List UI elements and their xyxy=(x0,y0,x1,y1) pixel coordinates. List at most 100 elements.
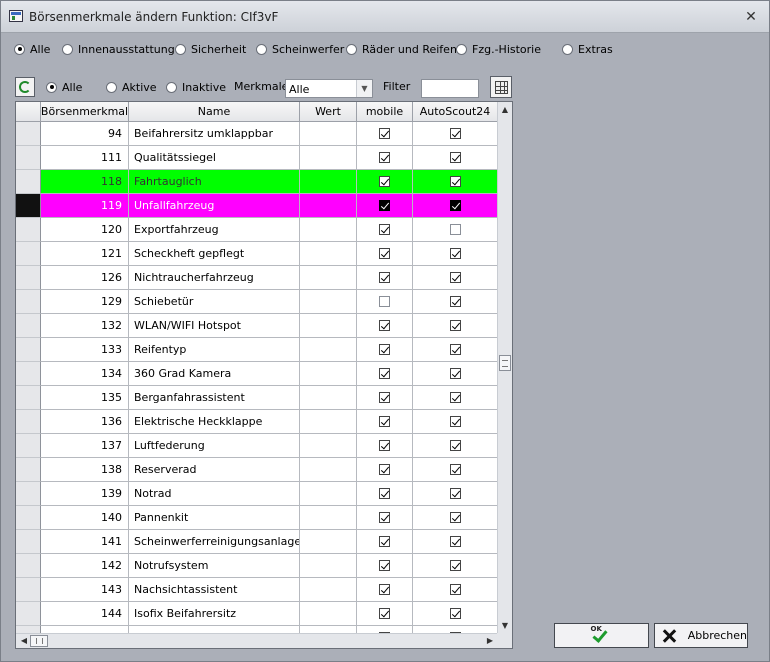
table-row[interactable]: 142 Notrufsystem xyxy=(16,554,498,578)
mobile-checkbox[interactable] xyxy=(379,152,390,163)
table-row[interactable]: 141 Scheinwerferreinigungsanlage xyxy=(16,530,498,554)
autoscout24-checkbox[interactable] xyxy=(449,584,461,595)
row-selector[interactable] xyxy=(16,314,41,338)
autoscout24-checkbox[interactable] xyxy=(449,320,461,331)
row-selector[interactable] xyxy=(16,530,41,554)
scroll-right-icon[interactable]: ▶ xyxy=(485,636,495,646)
table-row[interactable]: 132 WLAN/WIFI Hotspot xyxy=(16,314,498,338)
table-row[interactable]: 111 Qualitätssiegel xyxy=(16,146,498,170)
autoscout24-checkbox[interactable] xyxy=(449,272,461,283)
cell-wert[interactable] xyxy=(300,194,357,218)
mobile-checkbox[interactable] xyxy=(379,200,390,211)
radio-dot[interactable] xyxy=(562,43,573,55)
category-radio-5[interactable]: Fzg.-Historie xyxy=(456,41,541,57)
mobile-checkbox[interactable] xyxy=(379,536,390,547)
autoscout24-checkbox[interactable] xyxy=(449,440,461,451)
cell-wert[interactable] xyxy=(300,578,357,602)
row-selector[interactable] xyxy=(16,458,41,482)
radio-dot[interactable] xyxy=(46,81,57,93)
row-selector[interactable] xyxy=(16,146,41,170)
cell-wert[interactable] xyxy=(300,146,357,170)
horizontal-scrollbar[interactable]: ◀ ▶ xyxy=(16,633,498,648)
cell-wert[interactable] xyxy=(300,266,357,290)
filter-input[interactable] xyxy=(421,79,479,98)
autoscout24-checkbox[interactable] xyxy=(449,536,461,547)
row-selector[interactable] xyxy=(16,506,41,530)
cell-wert[interactable] xyxy=(300,458,357,482)
refresh-button[interactable] xyxy=(15,77,35,97)
mobile-checkbox[interactable] xyxy=(379,272,390,283)
autoscout24-checkbox[interactable] xyxy=(449,560,461,571)
table-row[interactable]: 144 Isofix Beifahrersitz xyxy=(16,602,498,626)
vertical-scroll-thumb[interactable] xyxy=(499,355,511,371)
autoscout24-checkbox[interactable] xyxy=(449,488,461,499)
category-radio-6[interactable]: Extras xyxy=(562,41,613,57)
table-row[interactable]: 139 Notrad xyxy=(16,482,498,506)
row-selector[interactable] xyxy=(16,194,41,218)
cell-wert[interactable] xyxy=(300,290,357,314)
scroll-left-icon[interactable]: ◀ xyxy=(19,636,29,646)
row-selector[interactable] xyxy=(16,122,41,146)
autoscout24-checkbox[interactable] xyxy=(449,344,461,355)
mobile-checkbox[interactable] xyxy=(379,584,390,595)
autoscout24-checkbox[interactable] xyxy=(449,416,461,427)
table-row[interactable]: 119 Unfallfahrzeug xyxy=(16,194,498,218)
cell-wert[interactable] xyxy=(300,506,357,530)
row-selector[interactable] xyxy=(16,362,41,386)
mobile-checkbox[interactable] xyxy=(379,512,390,523)
radio-dot[interactable] xyxy=(256,43,267,55)
table-row[interactable]: 94 Beifahrersitz umklappbar xyxy=(16,122,498,146)
header-boersenmerkmal[interactable]: Börsenmerkmal xyxy=(41,102,129,122)
row-selector[interactable] xyxy=(16,338,41,362)
autoscout24-checkbox[interactable] xyxy=(449,128,461,139)
row-selector[interactable] xyxy=(16,434,41,458)
table-row[interactable]: 136 Elektrische Heckklappe xyxy=(16,410,498,434)
cell-wert[interactable] xyxy=(300,122,357,146)
merkmale-select[interactable]: Alle ▼ xyxy=(285,79,373,98)
header-name[interactable]: Name xyxy=(129,102,300,122)
radio-dot[interactable] xyxy=(175,43,186,55)
vertical-scrollbar[interactable]: ▲ ▼ xyxy=(497,102,512,634)
table-row[interactable]: 143 Nachsichtassistent xyxy=(16,578,498,602)
close-button[interactable]: ✕ xyxy=(741,7,761,27)
mobile-checkbox[interactable] xyxy=(379,608,390,619)
scroll-down-icon[interactable]: ▼ xyxy=(500,621,510,631)
radio-dot[interactable] xyxy=(346,43,357,55)
cell-wert[interactable] xyxy=(300,242,357,266)
mobile-checkbox[interactable] xyxy=(379,248,390,259)
table-row[interactable]: 135 Berganfahrassistent xyxy=(16,386,498,410)
radio-dot[interactable] xyxy=(166,81,177,93)
category-radio-4[interactable]: Räder und Reifen xyxy=(346,41,457,57)
table-row[interactable]: 129 Schiebetür xyxy=(16,290,498,314)
cell-wert[interactable] xyxy=(300,362,357,386)
header-wert[interactable]: Wert xyxy=(300,102,357,122)
header-autoscout24[interactable]: AutoScout24 xyxy=(413,102,498,122)
table-row[interactable]: 120 Exportfahrzeug xyxy=(16,218,498,242)
mobile-checkbox[interactable] xyxy=(379,416,390,427)
row-selector[interactable] xyxy=(16,386,41,410)
autoscout24-checkbox[interactable] xyxy=(449,176,461,187)
mobile-checkbox[interactable] xyxy=(379,128,390,139)
cell-wert[interactable] xyxy=(300,218,357,242)
row-selector[interactable] xyxy=(16,242,41,266)
status-radio-2[interactable]: Inaktive xyxy=(166,79,226,95)
row-selector[interactable] xyxy=(16,482,41,506)
header-mobile[interactable]: mobile xyxy=(357,102,413,122)
autoscout24-checkbox[interactable] xyxy=(449,296,461,307)
radio-dot[interactable] xyxy=(106,81,117,93)
autoscout24-checkbox[interactable] xyxy=(449,152,461,163)
scroll-up-icon[interactable]: ▲ xyxy=(500,105,510,115)
grid-settings-button[interactable] xyxy=(490,76,512,98)
cell-wert[interactable] xyxy=(300,602,357,626)
cancel-button[interactable]: Abbrechen xyxy=(654,623,748,648)
autoscout24-checkbox[interactable] xyxy=(449,464,461,475)
mobile-checkbox[interactable] xyxy=(379,296,390,307)
autoscout24-checkbox[interactable] xyxy=(449,392,461,403)
row-selector[interactable] xyxy=(16,290,41,314)
mobile-checkbox[interactable] xyxy=(379,320,390,331)
row-selector[interactable] xyxy=(16,578,41,602)
autoscout24-checkbox[interactable] xyxy=(449,248,461,259)
radio-dot[interactable] xyxy=(14,43,25,55)
cell-wert[interactable] xyxy=(300,170,357,194)
cell-wert[interactable] xyxy=(300,530,357,554)
